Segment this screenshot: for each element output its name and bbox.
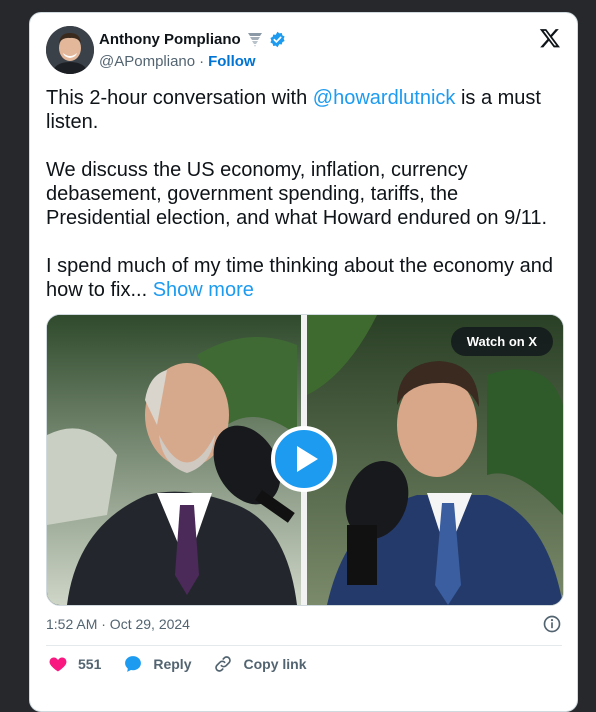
tornado-emoji-icon [246,30,264,48]
avatar[interactable] [46,26,94,74]
like-count: 551 [78,656,102,672]
link-icon [215,656,232,672]
reply-label: Reply [153,656,192,672]
tweet-timestamp[interactable]: 1:52 AM · Oct 29, 2024 [46,616,190,632]
author-handle[interactable]: @APompliano [99,53,195,70]
show-more-link[interactable]: Show more [153,279,254,301]
tweet-actions: 551 Reply Copy link [48,654,329,674]
divider [46,645,562,646]
mention-link[interactable]: @howardlutnick [313,87,456,109]
follow-button[interactable]: Follow [208,53,256,70]
tweet-text-3: I spend much of my time thinking about t… [46,255,553,301]
tweet-paragraph-1: This 2-hour conversation with @howardlut… [46,86,566,134]
separator-dot: · [199,53,205,70]
watch-on-x-button[interactable]: Watch on X [450,327,553,356]
reply-bubble-icon [125,656,142,672]
reply-button[interactable]: Reply [123,654,191,674]
tweet-paragraph-2: We discuss the US economy, inflation, cu… [46,159,548,229]
author-display-name[interactable]: Anthony Pompliano [99,31,241,48]
author-name-row: Anthony Pompliano [99,30,286,48]
play-button[interactable] [271,426,337,492]
verified-badge-icon [269,31,286,48]
copy-link-button[interactable]: Copy link [213,654,307,674]
video-media[interactable]: Watch on X [46,314,564,606]
play-icon [271,426,337,492]
avatar-image [46,26,94,74]
author-handle-row: @APompliano · Follow [99,53,256,70]
tweet-meta: 1:52 AM · Oct 29, 2024 [46,614,562,634]
x-logo-icon[interactable] [539,27,561,49]
copy-link-label: Copy link [243,656,307,672]
heart-icon [49,657,67,672]
tweet-paragraph-3: I spend much of my time thinking about t… [46,254,566,302]
info-icon[interactable] [542,614,562,634]
like-button[interactable]: 551 [48,654,101,674]
tweet-text-1a: This 2-hour conversation with [46,87,313,109]
tweet-card: Anthony Pompliano @APompliano · Follow T… [29,12,578,712]
tweet-text: This 2-hour conversation with @howardlut… [46,86,566,302]
